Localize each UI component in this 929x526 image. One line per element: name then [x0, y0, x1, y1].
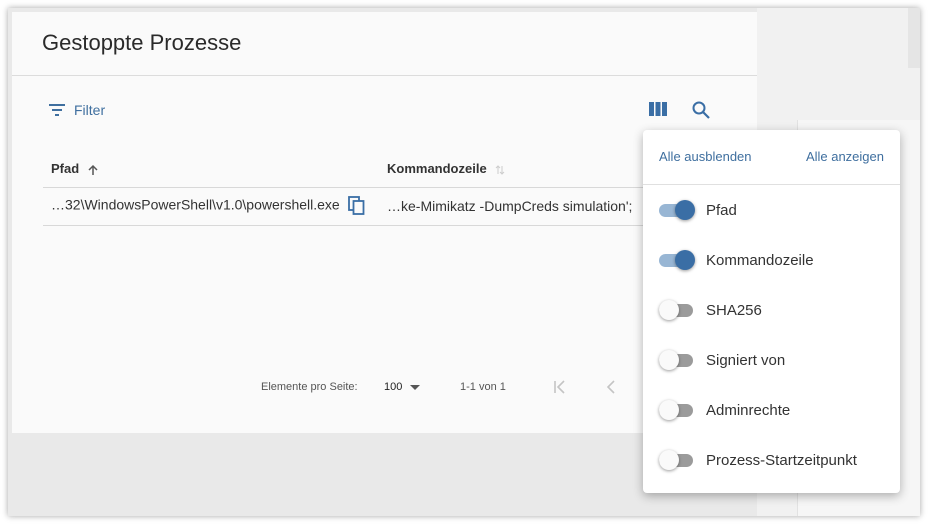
sort-unsorted-icon: [495, 165, 505, 175]
card-header: Gestoppte Prozesse: [12, 12, 757, 76]
cell-pfad: …32\WindowsPowerShell\v1.0\powershell.ex…: [43, 187, 379, 226]
column-toggle-label: SHA256: [706, 301, 762, 319]
previous-page-icon[interactable]: [602, 378, 620, 396]
toggle-thumb: [659, 350, 679, 370]
toggle-thumb: [675, 250, 695, 270]
toggle-switch[interactable]: [659, 300, 695, 320]
show-all-button[interactable]: Alle anzeigen: [806, 149, 884, 164]
column-toggle-label: Prozess-Startzeitpunkt: [706, 451, 857, 469]
toggle-switch[interactable]: [659, 350, 695, 370]
card-title: Gestoppte Prozesse: [42, 30, 242, 55]
cell-kommandozeile: …ke-Mimikatz -DumpCreds simulation';: [379, 187, 663, 226]
column-toggle-row[interactable]: SHA256: [643, 285, 900, 335]
side-panel-cap: [908, 8, 920, 68]
page-range-label: 1-1 von 1: [460, 381, 506, 393]
columns-button[interactable]: [648, 101, 668, 122]
filter-label: Filter: [74, 102, 106, 118]
column-header-label: Pfad: [51, 161, 80, 177]
column-toggle-row[interactable]: Prozess-Startzeitpunkt: [643, 435, 900, 485]
column-header-pfad[interactable]: Pfad: [43, 151, 379, 188]
column-header-label: Kommandozeile: [387, 161, 487, 177]
toggle-switch[interactable]: [659, 250, 695, 270]
toggle-thumb: [675, 200, 695, 220]
toggle-thumb: [659, 400, 679, 420]
first-page-icon[interactable]: [551, 378, 569, 396]
column-toggle-label: Signiert von: [706, 351, 786, 369]
chevron-down-icon: [410, 384, 421, 390]
process-table: Pfad Kommandozeile …32\WindowsPowerShell…: [43, 151, 663, 226]
search-icon: [692, 101, 710, 119]
table-header-row: Pfad Kommandozeile: [43, 151, 663, 188]
column-toggle-row[interactable]: Signiert von: [643, 335, 900, 385]
toggle-thumb: [659, 300, 679, 320]
view-columns-icon: [649, 102, 667, 116]
sort-ascending-icon: [88, 164, 98, 175]
page-size-select[interactable]: 100: [384, 381, 421, 393]
column-toggle-row[interactable]: Pfad: [643, 185, 900, 235]
toggle-switch[interactable]: [659, 450, 695, 470]
column-toggle-row[interactable]: Adminrechte: [643, 385, 900, 435]
filter-icon: [49, 104, 65, 116]
filter-button[interactable]: Filter: [48, 102, 105, 118]
column-toggle-label: Pfad: [706, 201, 737, 219]
toggle-switch[interactable]: [659, 400, 695, 420]
table-row[interactable]: …32\WindowsPowerShell\v1.0\powershell.ex…: [43, 187, 663, 226]
toggle-thumb: [659, 450, 679, 470]
page-size-value: 100: [384, 381, 403, 393]
copy-icon[interactable]: [347, 196, 366, 216]
hide-all-button[interactable]: Alle ausblenden: [659, 149, 752, 164]
toggle-switch[interactable]: [659, 200, 695, 220]
cell-pfad-value: …32\WindowsPowerShell\v1.0\powershell.ex…: [51, 196, 340, 213]
column-toggle-row[interactable]: Kommandozeile: [643, 235, 900, 285]
column-toggle-label: Kommandozeile: [706, 251, 814, 269]
items-per-page-label: Elemente pro Seite:: [261, 381, 358, 393]
column-menu-header: Alle ausblenden Alle anzeigen: [643, 130, 900, 185]
column-toggle-label: Adminrechte: [706, 401, 791, 419]
column-visibility-menu: Alle ausblenden Alle anzeigen Pfad Komman…: [643, 130, 900, 493]
column-header-kommandozeile[interactable]: Kommandozeile: [379, 151, 663, 188]
column-toggle-list: Pfad Kommandozeile SHA256 Signiert von Admin…: [643, 185, 900, 485]
search-button[interactable]: [691, 100, 711, 125]
